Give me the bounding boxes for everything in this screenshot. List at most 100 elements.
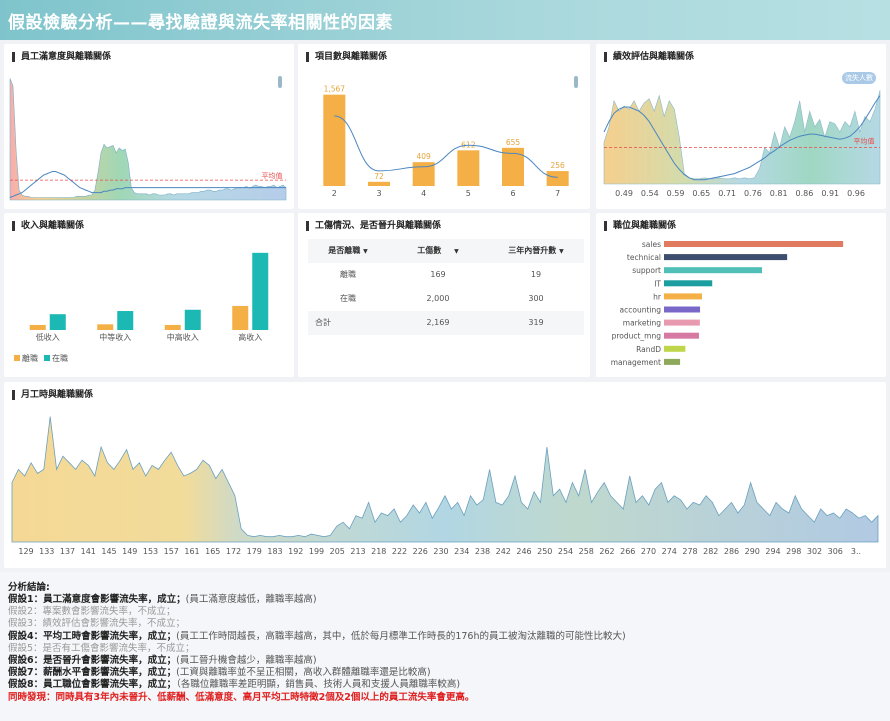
hours-x-tick: 226 — [413, 547, 428, 556]
department-bar — [664, 241, 844, 247]
findings-heading: 分析結論: — [8, 582, 50, 593]
projects-bar — [368, 181, 390, 186]
hours-x-tick: 254 — [558, 547, 573, 556]
hours-x-tick: 199 — [309, 547, 324, 556]
findings-line: 假設7：薪酬水平會影響流失率，成立；(工資與離職率並不呈正相關，高收入群體離職率… — [8, 667, 431, 679]
department-bar — [664, 319, 700, 326]
table-header: 是否離職 ▼ 工傷數 ▼ 三年內晉升數 ▼ — [308, 239, 584, 263]
findings-detail: （各職位離職率差距明顯，銷售員、技術人員和支援人員離職率較高) — [176, 679, 461, 691]
hours-x-tick: 141 — [81, 547, 96, 556]
projects-x-tick: 3 — [376, 189, 381, 198]
findings-line: 假設3：績效評估會影響流失率，不成立； — [8, 618, 185, 630]
projects-fit-line — [334, 115, 558, 178]
projects-x-tick: 7 — [555, 189, 560, 198]
hours-x-tick: 286 — [724, 547, 739, 556]
hours-x-tick: 179 — [247, 547, 262, 556]
hours-x-tick: 192 — [288, 547, 303, 556]
hours-x-tick: 145 — [101, 547, 116, 556]
table-row: 在職 2,000 300 — [340, 294, 544, 303]
projects-x-tick: 2 — [332, 189, 337, 198]
findings-detail: (員工滿意度越低，離職率越高) — [185, 594, 317, 605]
department-bar — [664, 254, 788, 261]
hours-x-tick: 294 — [765, 547, 780, 556]
income-bar-stay — [117, 311, 134, 330]
hours-x-tick: 266 — [620, 547, 635, 556]
hours-x-tick: 246 — [516, 547, 531, 556]
hours-x-tick: 290 — [745, 547, 760, 556]
hours-x-tick: 205 — [330, 547, 345, 556]
legend-label: 在職 — [52, 353, 68, 363]
injury-panel: 工傷情況、是否晉升與離職關係 是否離職 ▼ 工傷數 ▼ 三年內晉升數 ▼ 離職 … — [298, 213, 590, 377]
income-bar-stay — [49, 314, 66, 330]
evaluation-x-tick: 0.96 — [847, 189, 865, 198]
header-cell[interactable]: 是否離職 ▼ — [308, 239, 388, 263]
department-label: RandD — [636, 345, 661, 354]
department-bar — [664, 293, 702, 300]
evaluation-avg-label: 平均值 — [854, 137, 875, 146]
projects-chart: 1,56727234094612565562567 — [323, 85, 569, 198]
department-bar — [664, 306, 701, 313]
hours-x-tick: 161 — [184, 547, 199, 556]
department-label: IT — [654, 279, 661, 288]
department-label: technical — [627, 253, 661, 262]
hours-x-tick: 3.. — [851, 547, 861, 556]
header-cell[interactable]: 工傷數 ▼ — [398, 239, 478, 263]
hours-x-tick: 234 — [454, 547, 469, 556]
projects-bar-value: 1,567 — [324, 85, 346, 94]
projects-x-tick: 4 — [421, 189, 426, 198]
projects-bar-value: 256 — [551, 161, 566, 170]
hours-x-tick: 137 — [60, 547, 75, 556]
header-cell[interactable]: 三年內晉升數 ▼ — [488, 239, 584, 263]
hours-x-tick: 218 — [371, 547, 386, 556]
hours-x-tick: 302 — [807, 547, 822, 556]
projects-bar-value: 655 — [506, 138, 521, 147]
table-total-row: 合計 2,169 319 — [308, 311, 584, 335]
hours-x-tick: 172 — [226, 547, 241, 556]
findings-detail: (員工晉升機會越少，離職率越高) — [176, 655, 317, 666]
hours-x-tick: 282 — [703, 547, 718, 556]
department-bar — [664, 332, 699, 339]
findings-key: 假設2：專案數會影響流失率，不成立； — [8, 606, 176, 618]
income-x-tick: 高收入 — [238, 332, 262, 342]
page-title: 假設檢驗分析——尋找驗證與流失率相關性的因素 — [8, 13, 393, 33]
evaluation-x-tick: 0.91 — [821, 189, 839, 198]
findings-key: 假設6：是否晉升會影響流失率，成立； — [8, 655, 177, 666]
evaluation-x-tick: 0.76 — [744, 189, 762, 198]
projects-bar — [323, 94, 346, 186]
hours-x-tick: 250 — [537, 547, 552, 556]
legend-label: 離職 — [22, 353, 38, 363]
department-chart: sales technical support IT hr accounting marke… — [611, 240, 844, 367]
department-label: management — [611, 358, 661, 367]
hours-area — [11, 416, 879, 543]
projects-x-tick: 6 — [510, 189, 515, 198]
department-label: product_mng — [612, 332, 662, 341]
evaluation-x-tick: 0.81 — [770, 189, 788, 198]
hours-x-tick: 306 — [828, 547, 843, 556]
income-x-tick: 中高收入 — [167, 332, 199, 342]
legend-swatch — [14, 355, 20, 361]
department-label: support — [632, 266, 661, 275]
department-label: marketing — [623, 319, 661, 328]
findings-key: 假設7：薪酬水平會影響流失率，成立； — [8, 667, 177, 679]
findings-line: 假設8：員工職位會影響流失率，成立；（各職位離職率差距明顯，銷售員、技術人員和支… — [8, 679, 460, 691]
hours-x-tick: 274 — [662, 547, 677, 556]
findings-line: 假設1：員工滿意度會影響流失率，成立；(員工滿意度越低，離職率越高) — [8, 594, 317, 606]
department-label: hr — [653, 292, 662, 301]
projects-bar-value: 72 — [374, 172, 384, 181]
hours-x-tick: 238 — [475, 547, 490, 556]
projects-bar-value: 409 — [417, 152, 432, 161]
findings-key: 假設5：是否有工傷會影響流失率，不成立； — [8, 642, 195, 654]
findings-key: 假設4：平均工時會影響流失率，成立； — [8, 630, 177, 642]
findings-key: 假設3：績效評估會影響流失率，不成立； — [8, 618, 186, 630]
income-x-tick: 低收入 — [36, 332, 60, 342]
hours-x-tick: 149 — [122, 547, 137, 556]
findings-line: 假設4：平均工時會影響流失率，成立；(員工工作時間越長，高職率越高，其中，低於每… — [8, 631, 626, 643]
hours-x-tick: 242 — [496, 547, 511, 556]
income-panel: 收入與離職關係 低收入 中等收入 中高收入 高收入 離職 在職 — [4, 213, 294, 377]
department-bar — [664, 280, 713, 287]
hours-x-tick: 213 — [350, 547, 365, 556]
projects-bar — [546, 171, 569, 186]
evaluation-panel: 績效評估與離職關係 流失人數 平均值 0.49 0.54 0.59 0.65 0.71 0.… — [596, 44, 886, 209]
findings-section: 分析結論: 假設1：員工滿意度會影響流失率，成立；(員工滿意度越低，離職率越高)… — [0, 572, 890, 721]
evaluation-x-tick: 0.65 — [692, 189, 710, 198]
